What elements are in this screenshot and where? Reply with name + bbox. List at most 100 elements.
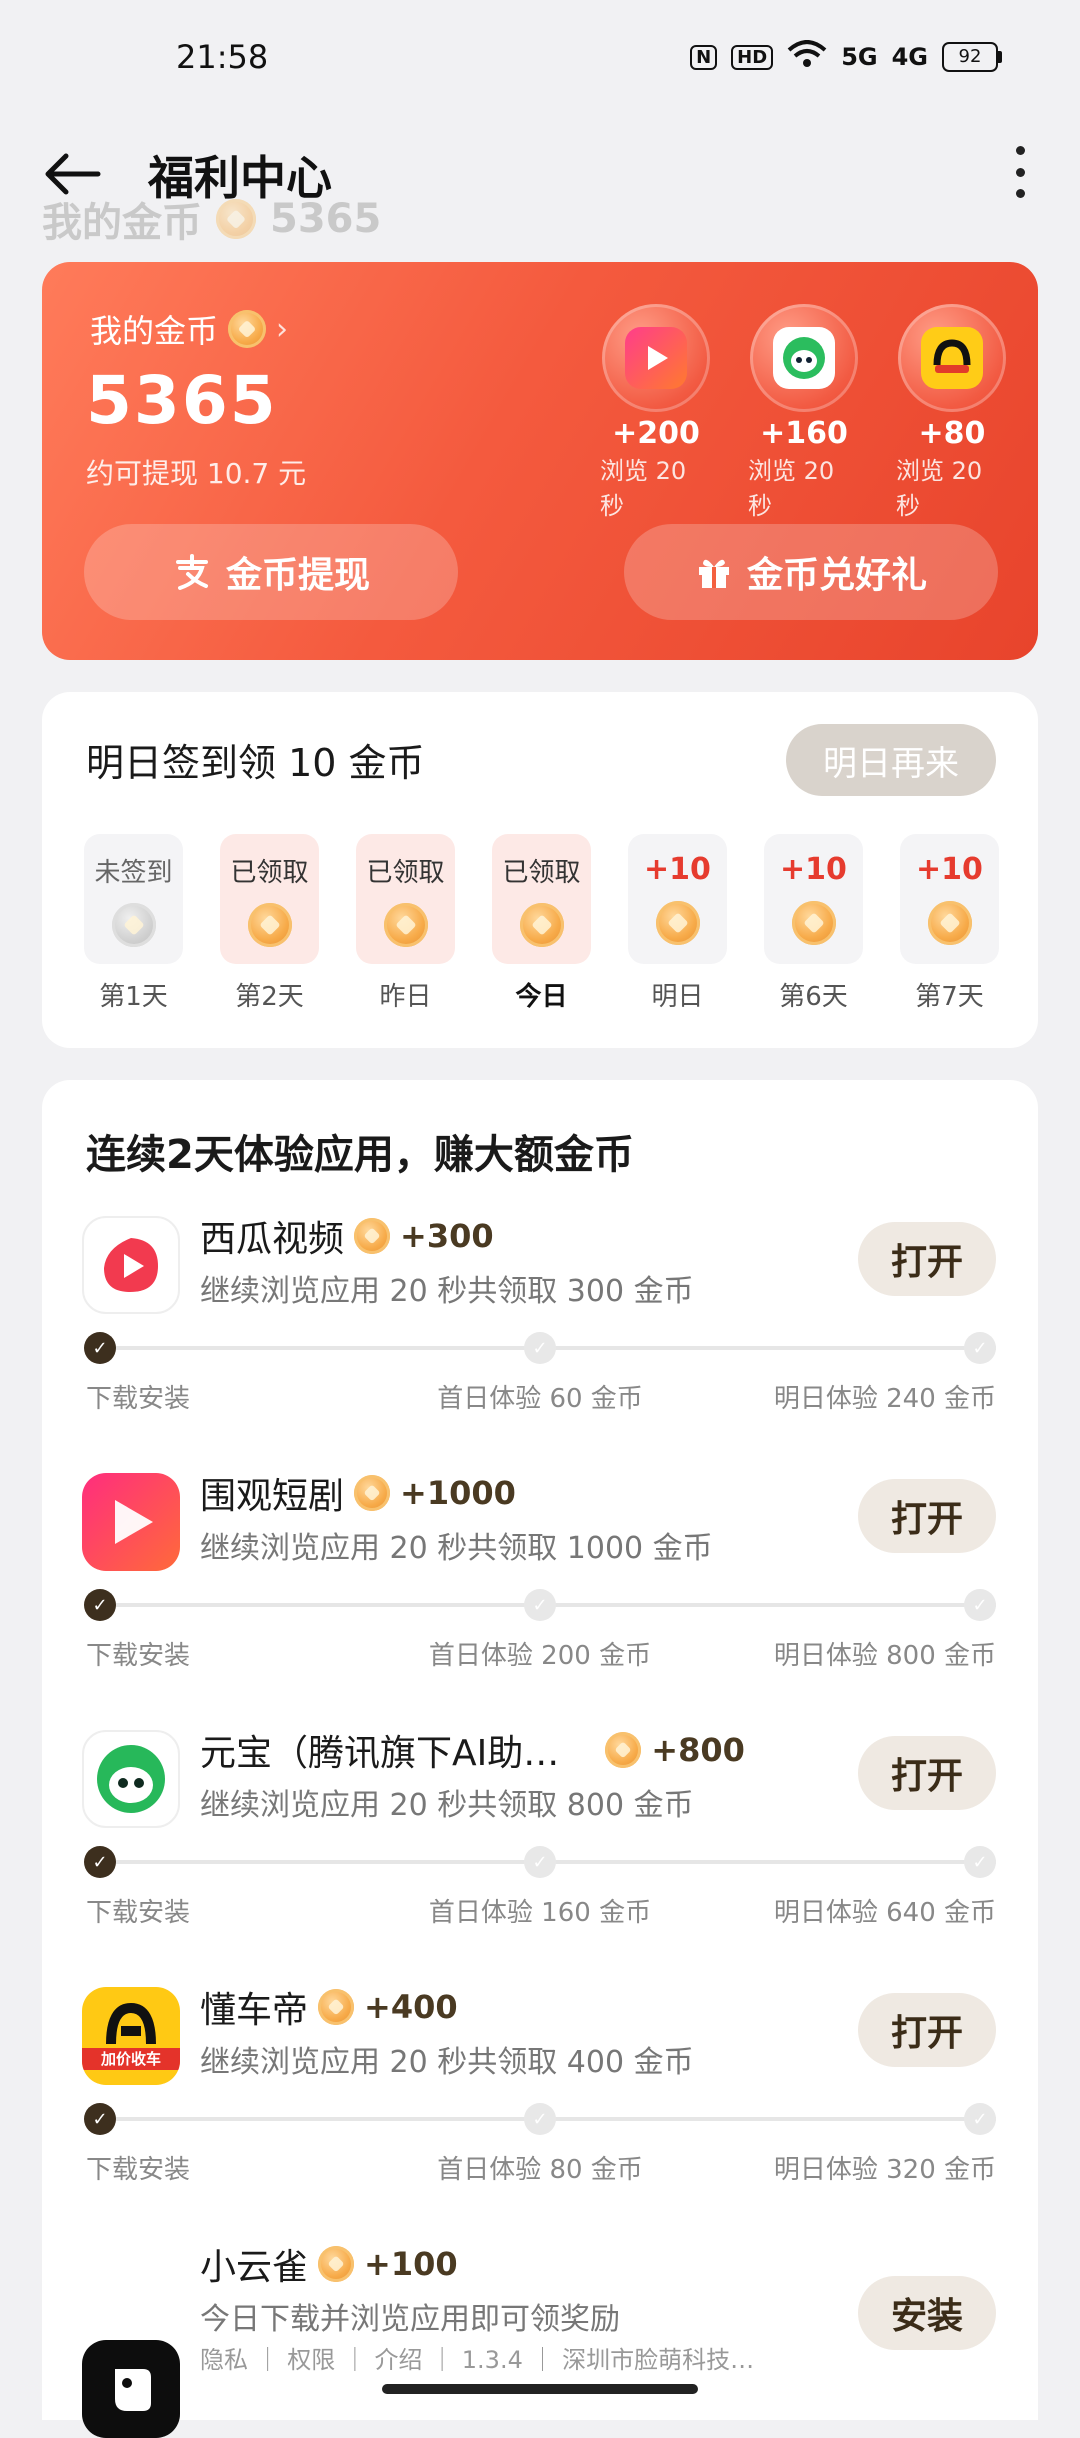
coin-icon: [354, 1475, 391, 1511]
signin-day-3: 已领取 昨日: [356, 834, 455, 1013]
day-status: 已领取: [502, 858, 581, 888]
chevron-right-icon: ›: [276, 311, 289, 347]
withdraw-button[interactable]: 金币提现: [84, 524, 458, 620]
browse-duration: 浏览 20 秒: [748, 457, 835, 520]
app-title: 围观短剧: [200, 1476, 345, 1517]
my-coins-label: 我的金币: [90, 312, 219, 350]
coin-icon: [519, 903, 564, 947]
gift-label: 金币兑好礼: [746, 555, 927, 596]
check-icon: ✓: [964, 1332, 996, 1364]
hd-icon: HD: [731, 44, 774, 70]
open-app-button[interactable]: 打开: [858, 1479, 996, 1553]
coin-icon: [927, 901, 972, 945]
app-tasks-title: 连续2天体验应用，赚大额金币: [86, 1132, 634, 1178]
browse-apps: +200 浏览 20 秒 +160 浏览 20 秒 +80 浏览 20 秒: [600, 304, 1008, 521]
app-points: +1000: [400, 1474, 516, 1512]
come-back-tomorrow-button[interactable]: 明日再来: [786, 724, 996, 796]
my-coins-link[interactable]: 我的金币 ›: [90, 306, 288, 352]
signin-title: 明日签到领 10 金币: [86, 741, 425, 785]
app-description: 继续浏览应用 20 秒共领取 1000 金币: [200, 1531, 713, 1566]
check-icon: ✓: [524, 1332, 556, 1364]
collapsed-coin-header: 我的金币 5365: [42, 190, 381, 248]
day-label: 昨日: [379, 982, 432, 1012]
app-icon-text: 加价收车: [82, 2048, 180, 2070]
browse-app-3[interactable]: +80 浏览 20 秒: [896, 304, 1008, 521]
day-label: 第1天: [99, 982, 168, 1012]
battery-level: 92: [942, 42, 998, 72]
app-points: +400: [364, 1988, 458, 2026]
browse-app-1[interactable]: +200 浏览 20 秒: [600, 304, 712, 521]
day-status: +10: [780, 852, 847, 887]
app-meta[interactable]: 隐私 ｜ 权限 ｜ 介绍 ｜ 1.3.4 ｜ 深圳市脸萌科技…: [200, 2340, 754, 2375]
app-name: 围观短剧 +1000: [200, 1467, 516, 1519]
app-task-row: 元宝（腾讯旗下AI助… +800 继续浏览应用 20 秒共领取 800 金币 打开…: [42, 1722, 1038, 1972]
day-label: 明日: [651, 982, 704, 1012]
coin-icon: [354, 1218, 391, 1254]
app-points: +100: [364, 2245, 458, 2283]
check-icon: ✓: [524, 1846, 556, 1878]
signin-days: 未签到 第1天 已领取 第2天 已领取 昨日 已领取 今日 +10 明日 +10…: [84, 834, 999, 1013]
install-app-button[interactable]: 安装: [858, 2276, 996, 2350]
home-indicator[interactable]: [382, 2384, 698, 2394]
app-description: 继续浏览应用 20 秒共领取 400 金币: [200, 2045, 694, 2080]
coin-icon: [247, 903, 292, 947]
check-icon: ✓: [84, 1846, 116, 1878]
browse-duration: 浏览 20 秒: [600, 457, 687, 520]
withdraw-label: 金币提现: [225, 555, 370, 596]
dongchedi-app-icon: 加价收车: [82, 1987, 180, 2085]
signin-day-2: 已领取 第2天: [220, 834, 319, 1013]
signin-day-7: +10 第7天: [900, 834, 999, 1013]
coin-icon: [791, 901, 836, 945]
open-app-button[interactable]: 打开: [858, 1993, 996, 2067]
weiguan-drama-icon: [82, 1473, 180, 1571]
clock: 21:58: [176, 38, 269, 76]
redeem-gift-button[interactable]: 金币兑好礼: [624, 524, 998, 620]
yuanbao-app-icon: [82, 1730, 180, 1828]
xiaoyunque-icon: [82, 2340, 180, 2438]
app-points: +300: [400, 1217, 494, 1255]
signin-day-4: 已领取 今日: [492, 834, 591, 1013]
app-name: 懂车帝 +400: [200, 1981, 458, 2033]
check-icon: ✓: [524, 2103, 556, 2135]
open-app-button[interactable]: 打开: [858, 1222, 996, 1296]
app-name: 元宝（腾讯旗下AI助… +800: [200, 1724, 745, 1776]
wifi-icon: [787, 40, 827, 74]
open-app-button[interactable]: 打开: [858, 1736, 996, 1810]
coin-icon: [228, 310, 267, 348]
signal-5g-icon: 5G: [841, 43, 878, 71]
daily-signin-card: 明日签到领 10 金币 明日再来 未签到 第1天 已领取 第2天 已领取 昨日 …: [42, 692, 1038, 1048]
day-label: 今日: [515, 982, 568, 1012]
app-name: 小云雀 +100: [200, 2238, 458, 2290]
withdraw-estimate: 约可提现 10.7 元: [86, 457, 307, 490]
coin-icon: [383, 903, 428, 947]
browse-app-2[interactable]: +160 浏览 20 秒: [748, 304, 860, 521]
coin-icon: [111, 903, 156, 947]
check-icon: ✓: [84, 1589, 116, 1621]
check-icon: ✓: [84, 2103, 116, 2135]
browse-points: +80: [918, 416, 986, 451]
app-description: 继续浏览应用 20 秒共领取 300 金币: [200, 1274, 694, 1309]
app-task-row: 加价收车 懂车帝 +400 继续浏览应用 20 秒共领取 400 金币 打开 ✓ …: [42, 1979, 1038, 2229]
coin-icon: [216, 199, 256, 239]
day-label: 第2天: [235, 982, 304, 1012]
step-label: 明日体验 640 金币: [773, 1898, 996, 1928]
signal-4g-icon: 4G: [891, 43, 928, 71]
app-title: 小云雀: [200, 2247, 309, 2288]
day-status: 未签到: [94, 858, 173, 888]
coin-icon: [318, 2246, 355, 2282]
battery-icon: 92: [942, 42, 1002, 72]
day-status: +10: [644, 852, 711, 887]
step-label: 明日体验 800 金币: [773, 1641, 996, 1671]
step-label: 明日体验 320 金币: [773, 2155, 996, 2185]
signin-day-1: 未签到 第1天: [84, 834, 183, 1013]
alipay-icon: [175, 554, 208, 590]
signin-day-5: +10 明日: [628, 834, 727, 1013]
app-title: 西瓜视频: [200, 1219, 345, 1260]
day-status: +10: [916, 852, 983, 887]
step-label: 明日体验 240 金币: [773, 1384, 996, 1414]
yuanbao-icon: [773, 327, 835, 389]
check-icon: ✓: [964, 1589, 996, 1621]
coin-amount: 5365: [86, 362, 278, 439]
day-status: 已领取: [230, 858, 309, 888]
more-options-button[interactable]: [1000, 142, 1040, 202]
